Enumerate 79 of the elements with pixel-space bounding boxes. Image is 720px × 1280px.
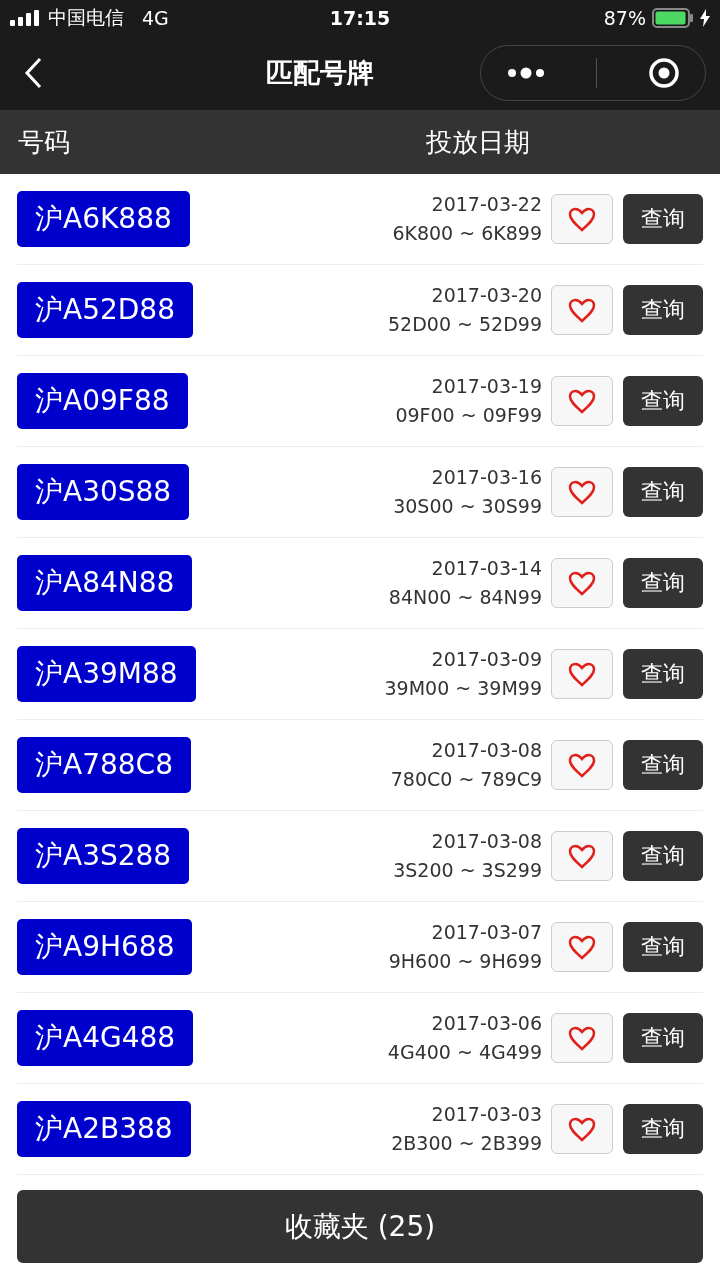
column-header: 号码 xyxy=(18,126,70,157)
query-button[interactable]: 查询 xyxy=(623,649,703,699)
heart-icon xyxy=(568,479,596,505)
query-button[interactable]: 查询 xyxy=(623,558,703,608)
heart-icon xyxy=(568,1116,596,1142)
favorite-button[interactable] xyxy=(551,1104,613,1154)
release-date: 2017-03-03 xyxy=(431,1103,542,1125)
close-icon[interactable] xyxy=(647,57,680,89)
heart-icon xyxy=(568,752,596,778)
signal-icon xyxy=(10,10,40,26)
release-date: 2017-03-09 xyxy=(431,648,542,670)
favorite-button[interactable] xyxy=(551,831,613,881)
battery-icon xyxy=(652,8,694,28)
license-plate: 沪A30S88 xyxy=(17,464,190,520)
number-range: 780C0 ~ 789C9 xyxy=(390,768,542,790)
network-type: 4G xyxy=(142,7,169,29)
number-range: 9H600 ~ 9H699 xyxy=(388,950,542,972)
favorite-button[interactable] xyxy=(551,376,613,426)
query-button[interactable]: 查询 xyxy=(623,922,703,972)
number-range: 84N00 ~ 84N99 xyxy=(388,586,542,608)
heart-icon xyxy=(568,388,596,414)
heart-icon xyxy=(568,934,596,960)
favorite-button[interactable] xyxy=(551,285,613,335)
query-button[interactable]: 查询 xyxy=(623,740,703,790)
release-date: 2017-03-22 xyxy=(431,193,542,215)
release-date: 2017-03-06 xyxy=(431,1012,542,1034)
license-plate: 沪A09F88 xyxy=(17,373,188,429)
license-plate: 沪A3S288 xyxy=(17,828,190,884)
release-date: 2017-03-08 xyxy=(431,830,542,852)
carrier-name: 中国电信 xyxy=(48,5,124,30)
heart-icon xyxy=(568,570,596,596)
favorite-button[interactable] xyxy=(551,1013,613,1063)
query-button[interactable]: 查询 xyxy=(623,194,703,244)
release-date: 2017-03-16 xyxy=(431,466,542,488)
query-button[interactable]: 查询 xyxy=(623,1104,703,1154)
favorite-button[interactable] xyxy=(551,649,613,699)
query-button[interactable]: 查询 xyxy=(623,831,703,881)
favorite-button[interactable] xyxy=(551,558,613,608)
charging-icon xyxy=(700,9,710,27)
license-plate: 沪A52D88 xyxy=(17,282,193,338)
number-range: 3S200 ~ 3S299 xyxy=(393,859,542,881)
license-plate: 沪A84N88 xyxy=(17,555,193,611)
release-date: 2017-03-07 xyxy=(431,921,542,943)
battery-percent: 87% xyxy=(603,7,646,29)
query-button[interactable]: 查询 xyxy=(623,1013,703,1063)
favorite-button[interactable] xyxy=(551,467,613,517)
release-date: 2017-03-08 xyxy=(431,739,542,761)
release-date: 2017-03-20 xyxy=(431,284,542,306)
license-plate: 沪A2B388 xyxy=(17,1101,191,1157)
license-plate: 沪A6K888 xyxy=(17,191,190,247)
favorites-button[interactable]: 收藏夹 (25) xyxy=(17,1190,703,1263)
favorite-button[interactable] xyxy=(551,194,613,244)
license-plate: 沪A39M88 xyxy=(17,646,196,702)
page-title: 匹配号牌 xyxy=(266,57,374,88)
favorite-button[interactable] xyxy=(551,922,613,972)
favorite-button[interactable] xyxy=(551,740,613,790)
query-button[interactable]: 查询 xyxy=(623,285,703,335)
clock-time: 17:15 xyxy=(329,7,391,29)
more-icon[interactable] xyxy=(506,66,547,80)
heart-icon xyxy=(568,1025,596,1051)
release-date: 2017-03-19 xyxy=(431,375,542,397)
number-range: 39M00 ~ 39M99 xyxy=(384,677,542,699)
query-button[interactable]: 查询 xyxy=(623,467,703,517)
license-plate: 沪A4G488 xyxy=(17,1010,194,1066)
number-range: 2B300 ~ 2B399 xyxy=(391,1132,542,1154)
number-range: 4G400 ~ 4G499 xyxy=(387,1041,542,1063)
number-range: 6K800 ~ 6K899 xyxy=(392,222,542,244)
release-date: 2017-03-14 xyxy=(431,557,542,579)
heart-icon xyxy=(568,661,596,687)
license-plate: 沪A788C8 xyxy=(17,737,191,793)
number-range: 30S00 ~ 30S99 xyxy=(393,495,542,517)
query-button[interactable]: 查询 xyxy=(623,376,703,426)
heart-icon xyxy=(568,206,596,232)
heart-icon xyxy=(568,843,596,869)
license-plate: 沪A9H688 xyxy=(17,919,193,975)
number-range: 09F00 ~ 09F99 xyxy=(395,404,542,426)
heart-icon xyxy=(568,297,596,323)
number-range: 52D00 ~ 52D99 xyxy=(388,313,542,335)
column-header: 投放日期 xyxy=(426,126,530,157)
